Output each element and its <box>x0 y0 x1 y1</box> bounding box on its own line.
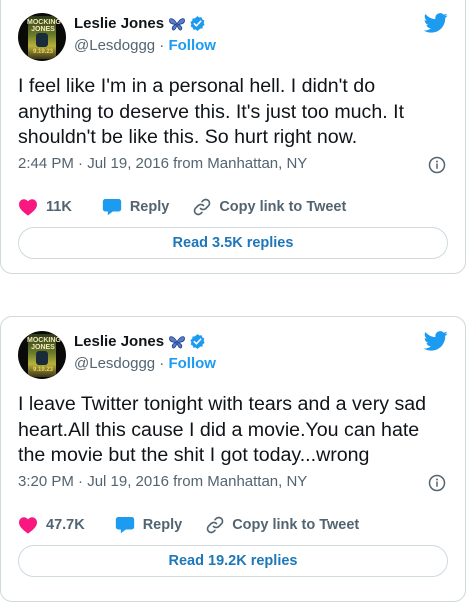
read-replies-button[interactable]: Read 3.5K replies <box>18 227 448 259</box>
follow-link[interactable]: Follow <box>168 37 216 54</box>
info-icon[interactable] <box>428 474 446 492</box>
tweet-text-line: heart.All this cause I did a movie.You c… <box>18 418 420 441</box>
twitter-bird-icon[interactable] <box>424 13 448 33</box>
follow-link[interactable]: Follow <box>168 355 216 372</box>
avatar-poster-date: 9.19.23 <box>32 49 54 55</box>
reply-label: Reply <box>129 198 170 215</box>
tweet-text-line: the movie but the shit I got today...wro… <box>18 444 370 466</box>
reply-button[interactable]: Reply <box>115 515 183 534</box>
copy-link-button[interactable]: Copy link to Tweet <box>206 516 359 534</box>
tweet-text: I leave Twitter tonight with tears and a… <box>18 392 436 469</box>
tweet-card: MOCKING JONES 9.19.23 Leslie Jones @Lesd… <box>0 316 466 602</box>
verified-icon <box>190 16 205 31</box>
tweet-text: I feel like I'm in a personal hell. I di… <box>18 74 436 151</box>
link-icon <box>193 198 211 215</box>
read-replies-button[interactable]: Read 19.2K replies <box>18 545 448 577</box>
heart-icon <box>19 516 37 534</box>
author-name[interactable]: Leslie Jones <box>74 15 164 32</box>
tweet-text-line: I feel like I'm in a personal hell. I di… <box>18 75 376 97</box>
copy-link-label: Copy link to Tweet <box>232 516 360 533</box>
like-button[interactable]: 11K <box>18 198 72 216</box>
reply-label: Reply <box>142 516 183 533</box>
author-handle[interactable]: @Lesdoggg <box>74 355 155 372</box>
tweet-text-line: shouldn't be like this. So hurt right no… <box>18 126 358 148</box>
reply-button[interactable]: Reply <box>102 197 170 216</box>
twitter-bird-icon[interactable] <box>424 331 448 351</box>
avatar[interactable]: MOCKING JONES 9.19.23 <box>18 13 66 61</box>
avatar-poster-text: MOCKING JONES <box>27 19 61 33</box>
tweet-card: MOCKING JONES 9.19.23 Leslie Jones @Lesd… <box>0 0 466 274</box>
reply-bubble-icon <box>102 199 121 216</box>
link-icon <box>206 516 224 533</box>
butterfly-icon <box>169 17 185 30</box>
author-name[interactable]: Leslie Jones <box>74 333 164 350</box>
tweet-text-line: I leave Twitter tonight with tears and a… <box>18 393 427 415</box>
avatar-poster-text: MOCKING JONES <box>27 337 61 351</box>
butterfly-icon <box>169 335 185 348</box>
avatar-poster-date: 9.19.23 <box>32 367 54 373</box>
like-count: 47.7K <box>46 516 85 533</box>
author-handle[interactable]: @Lesdoggg <box>74 37 155 54</box>
tweet-timestamp[interactable]: 2:44 PM · Jul 19, 2016 from Manhattan, N… <box>18 155 307 172</box>
like-button[interactable]: 47.7K <box>18 516 85 534</box>
copy-link-label: Copy link to Tweet <box>219 198 347 215</box>
heart-icon <box>19 198 37 216</box>
verified-icon <box>190 334 205 349</box>
like-count: 11K <box>46 198 72 215</box>
tweet-text-line: anything to deserve this. It's just too … <box>18 100 405 123</box>
avatar[interactable]: MOCKING JONES 9.19.23 <box>18 331 66 379</box>
reply-bubble-icon <box>115 517 134 534</box>
info-icon[interactable] <box>428 156 446 174</box>
copy-link-button[interactable]: Copy link to Tweet <box>193 198 346 216</box>
tweet-timestamp[interactable]: 3:20 PM · Jul 19, 2016 from Manhattan, N… <box>18 473 307 490</box>
